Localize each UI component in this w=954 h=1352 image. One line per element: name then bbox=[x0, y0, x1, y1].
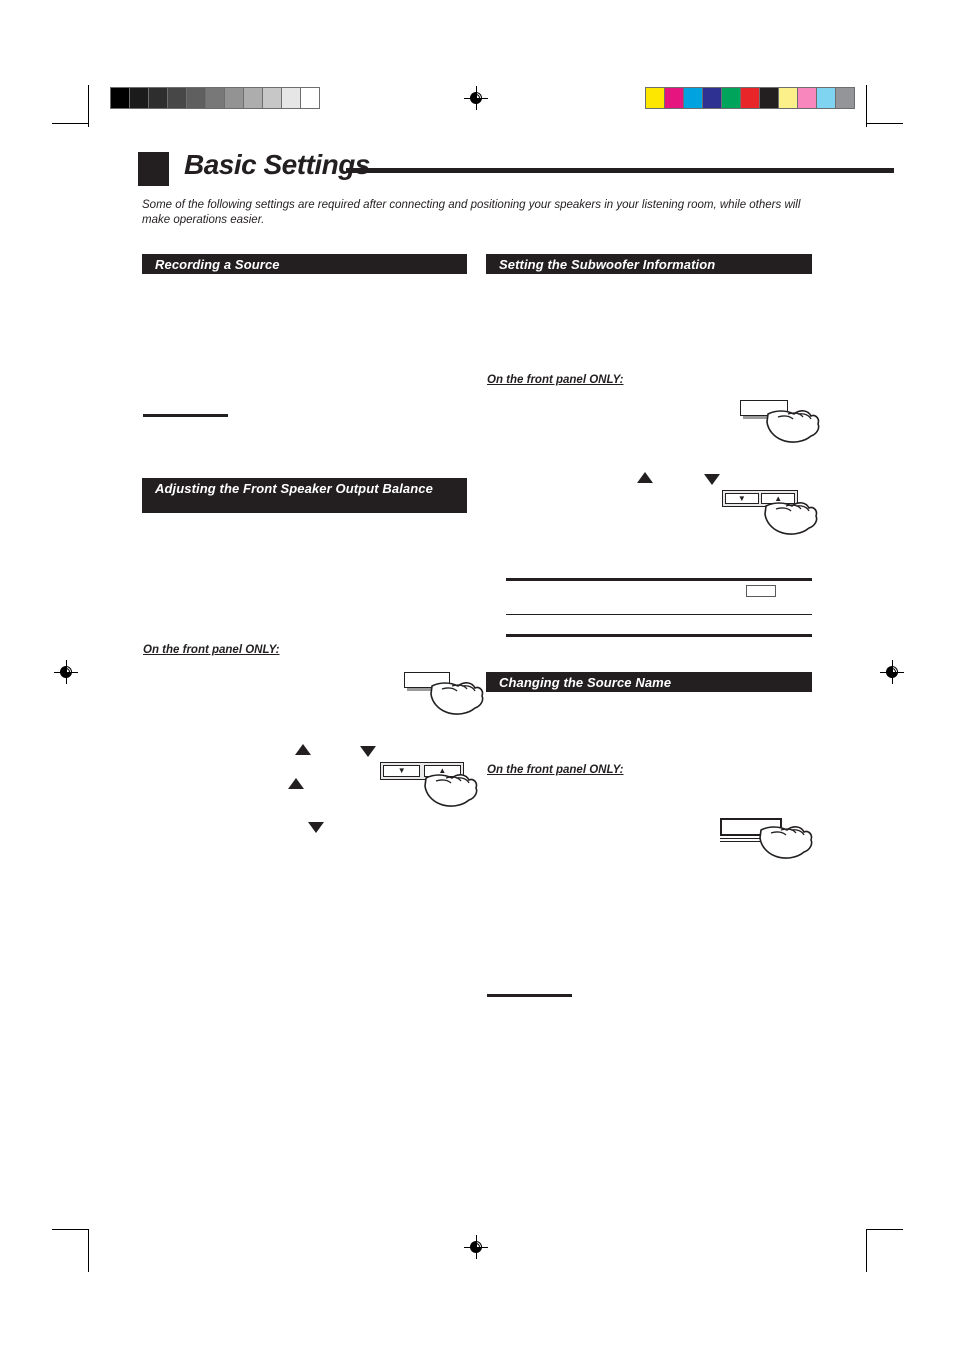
color-swatch-3 bbox=[703, 88, 721, 108]
section-header-changing-the-source-name: Changing the Source Name bbox=[486, 672, 812, 692]
crop-mark-top-right-horizontal bbox=[866, 123, 903, 124]
grayscale-swatch-6 bbox=[225, 88, 243, 108]
intro-paragraph: Some of the following settings are requi… bbox=[142, 199, 801, 227]
subwoofer-settings-table bbox=[506, 578, 812, 637]
color-swatch-0 bbox=[646, 88, 664, 108]
chapter-marker-block bbox=[138, 152, 169, 186]
down-button-half[interactable]: ▼ bbox=[383, 765, 421, 777]
button-illustration-subwoofer-select[interactable] bbox=[740, 400, 820, 444]
grayscale-swatch-4 bbox=[187, 88, 205, 108]
pointing-hand-icon bbox=[766, 410, 820, 443]
grayscale-swatch-7 bbox=[244, 88, 262, 108]
table-top-rule bbox=[506, 578, 812, 581]
table-middle-rule bbox=[506, 614, 812, 616]
registration-mark-bottom-center bbox=[464, 1235, 488, 1259]
down-button-half[interactable]: ▼ bbox=[725, 493, 759, 504]
color-swatch-5 bbox=[741, 88, 759, 108]
down-arrow-icon-balance-1 bbox=[360, 746, 376, 757]
grayscale-swatch-9 bbox=[282, 88, 300, 108]
registration-mark-left-middle bbox=[54, 660, 78, 684]
color-swatch-10 bbox=[836, 88, 854, 108]
color-swatch-6 bbox=[760, 88, 778, 108]
pointing-hand-icon bbox=[759, 826, 813, 859]
crop-mark-top-left-vertical bbox=[88, 85, 89, 127]
chapter-heading-rule bbox=[346, 168, 894, 173]
grayscale-calibration-bar bbox=[110, 87, 320, 109]
grayscale-swatch-5 bbox=[206, 88, 224, 108]
pointing-hand-icon bbox=[430, 682, 484, 715]
down-arrow-icon-balance-2 bbox=[308, 822, 324, 833]
section-header-recording-a-source: Recording a Source bbox=[142, 254, 467, 274]
button-illustration-source-name[interactable] bbox=[720, 818, 816, 866]
up-arrow-icon-balance-1 bbox=[295, 744, 311, 755]
color-swatch-9 bbox=[817, 88, 835, 108]
up-arrow-icon-subwoofer bbox=[637, 472, 653, 483]
right-column-divider-rule bbox=[487, 994, 572, 997]
crop-mark-top-right-vertical bbox=[866, 85, 867, 127]
crop-mark-bottom-right-vertical bbox=[866, 1230, 867, 1272]
grayscale-swatch-10 bbox=[301, 88, 319, 108]
crop-mark-bottom-right-horizontal bbox=[866, 1229, 903, 1230]
color-calibration-bar bbox=[645, 87, 855, 109]
button-illustration-balance-adjust[interactable]: ▼ ▲ bbox=[380, 762, 478, 814]
color-swatch-1 bbox=[665, 88, 683, 108]
grayscale-swatch-0 bbox=[111, 88, 129, 108]
registration-mark-right-middle bbox=[880, 660, 904, 684]
chapter-heading: Basic Settings bbox=[138, 149, 894, 186]
manual-page: { "page": { "chapter_title": "Basic Sett… bbox=[0, 0, 954, 1352]
table-bottom-rule bbox=[506, 634, 812, 637]
button-illustration-subwoofer-adjust[interactable]: ▼ ▲ bbox=[722, 490, 818, 542]
grayscale-swatch-2 bbox=[149, 88, 167, 108]
grayscale-swatch-8 bbox=[263, 88, 281, 108]
grayscale-swatch-3 bbox=[168, 88, 186, 108]
up-arrow-icon-balance-2 bbox=[288, 778, 304, 789]
front-panel-note-balance: On the front panel ONLY: bbox=[143, 644, 280, 656]
grayscale-swatch-1 bbox=[130, 88, 148, 108]
color-swatch-7 bbox=[779, 88, 797, 108]
crop-mark-top-left-horizontal bbox=[52, 123, 89, 124]
crop-mark-bottom-left-vertical bbox=[88, 1230, 89, 1272]
color-swatch-2 bbox=[684, 88, 702, 108]
crop-mark-bottom-left-horizontal bbox=[52, 1229, 89, 1230]
pointing-hand-icon bbox=[424, 774, 478, 807]
section-header-setting-the-subwoofer-information: Setting the Subwoofer Information bbox=[486, 254, 812, 274]
front-panel-note-source-name: On the front panel ONLY: bbox=[487, 764, 624, 776]
front-panel-note-subwoofer: On the front panel ONLY: bbox=[487, 374, 624, 386]
button-illustration-balance-select[interactable] bbox=[404, 672, 484, 716]
section-header-adjusting-the-front-speaker-output-balance: Adjusting the Front Speaker Output Balan… bbox=[142, 478, 467, 513]
pointing-hand-icon bbox=[764, 502, 818, 535]
page-title: Basic Settings bbox=[184, 149, 370, 180]
color-swatch-4 bbox=[722, 88, 740, 108]
table-value-box bbox=[746, 585, 776, 597]
color-swatch-8 bbox=[798, 88, 816, 108]
left-column-divider-rule bbox=[143, 414, 228, 417]
down-arrow-icon-subwoofer bbox=[704, 474, 720, 485]
registration-mark-top-center bbox=[464, 86, 488, 110]
